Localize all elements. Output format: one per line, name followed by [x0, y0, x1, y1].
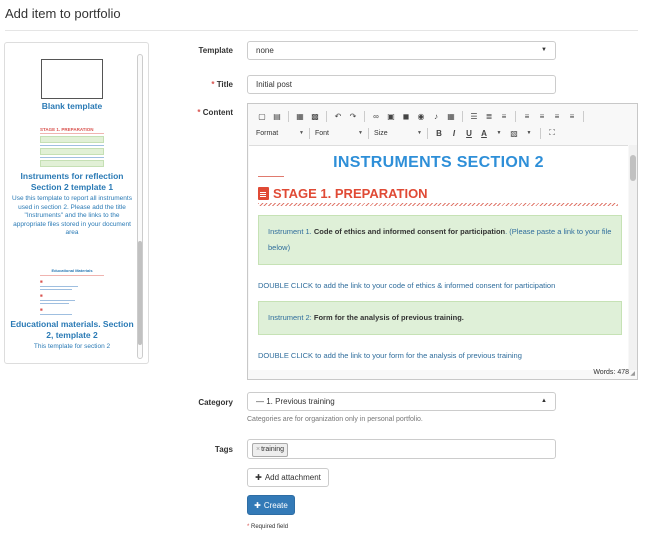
chevron-down-icon[interactable]: ▼	[493, 127, 505, 139]
category-select[interactable]: — 1. Previous training ▲	[247, 392, 556, 411]
template-select[interactable]: none ▼	[247, 41, 556, 60]
template-name: Blank template	[41, 101, 103, 111]
caret-down-icon: ▼	[541, 47, 547, 53]
category-select-value: — 1. Previous training	[256, 397, 335, 406]
template-list-scrollbar[interactable]	[137, 54, 143, 359]
template-name: Instruments for reflection Section 2 tem…	[20, 171, 124, 192]
paste-icon[interactable]: ▦	[294, 110, 306, 122]
table-icon[interactable]: ▦	[445, 110, 457, 122]
word-count: Words: 478	[593, 369, 629, 376]
stage-divider	[258, 203, 618, 206]
bulleted-list-icon[interactable]: ☰	[468, 110, 480, 122]
bg-color-icon[interactable]: ▧	[508, 127, 520, 139]
flash-icon[interactable]: ◉	[415, 110, 427, 122]
font-combo[interactable]: Font ▼	[315, 130, 363, 137]
remove-tag-icon[interactable]: ×	[256, 446, 260, 453]
create-button[interactable]: ✚ Create	[247, 495, 295, 515]
content-heading: INSTRUMENTS SECTION 2	[333, 154, 544, 171]
template-select-value: none	[256, 46, 274, 55]
numbered-list-icon[interactable]: ≣	[483, 110, 495, 122]
tags-input[interactable]: ×training	[247, 439, 556, 459]
title-divider	[5, 30, 638, 31]
tag-chip[interactable]: ×training	[252, 443, 289, 457]
redo-icon[interactable]: ↷	[347, 110, 359, 122]
align-center-icon[interactable]: ≡	[536, 110, 548, 122]
blank-template-thumbnail	[41, 59, 103, 99]
instrument-1-link[interactable]: DOUBLE CLICK to add the link to your cod…	[258, 281, 555, 290]
content-editor[interactable]: ▢ ▤ ▦ ▩ ↶ ↷ ∞ ▣ ◼ ◉ ♪ ▦ ☰ ≣ ≡ ≡ ≡ ≡ ≡ Fo…	[247, 103, 638, 380]
editor-toolbar-row-2: Format ▼ Font ▼ Size ▼ B I U A ▼ ▧ ▼ ⛶	[256, 126, 558, 140]
template-blank[interactable]: Blank template	[9, 59, 135, 112]
instrument-1-box: Instrument 1. Code of ethics and informe…	[258, 215, 622, 265]
instrument-2-box: Instrument 2: Form for the analysis of p…	[258, 301, 622, 335]
template-instruments[interactable]: STAGE 1. PREPARATION Instruments for ref…	[9, 127, 135, 238]
plus-icon: ✚	[255, 473, 262, 482]
text-color-icon[interactable]: A	[478, 127, 490, 139]
maximize-icon[interactable]: ⛶	[546, 127, 558, 139]
editor-body[interactable]: INSTRUMENTS SECTION 2 STAGE 1. PREPARATI…	[249, 145, 628, 370]
italic-icon[interactable]: I	[448, 127, 460, 139]
category-help: Categories are for organization only in …	[247, 416, 423, 423]
paste-word-icon[interactable]: ▩	[309, 110, 321, 122]
chevron-down-icon[interactable]: ▼	[523, 127, 535, 139]
title-input[interactable]: Initial post	[247, 75, 556, 94]
preview-icon[interactable]: ▤	[271, 110, 283, 122]
template-description: Use this template to report all instrume…	[12, 195, 132, 237]
align-left-icon[interactable]: ≡	[521, 110, 533, 122]
instrument-2-link[interactable]: DOUBLE CLICK to add the link to your for…	[258, 351, 522, 360]
align-right-icon[interactable]: ≡	[551, 110, 563, 122]
template-educational[interactable]: Educational Materials ■ ■ ■ Educational …	[9, 268, 135, 352]
content-label: * Content	[197, 108, 233, 117]
category-label: Category	[198, 398, 233, 407]
resize-handle-icon[interactable]: ◢	[630, 370, 635, 377]
video-icon[interactable]: ◼	[400, 110, 412, 122]
required-field-note: * Required field	[247, 524, 289, 530]
blockquote-icon[interactable]: ≡	[498, 110, 510, 122]
template-label: Template	[198, 46, 233, 55]
template-description: This template for section 2	[33, 343, 111, 350]
stage-heading: STAGE 1. PREPARATION	[258, 186, 428, 201]
editor-toolbar-row-1: ▢ ▤ ▦ ▩ ↶ ↷ ∞ ▣ ◼ ◉ ♪ ▦ ☰ ≣ ≡ ≡ ≡ ≡ ≡	[256, 109, 586, 123]
editor-scrollbar[interactable]	[629, 145, 637, 370]
heading-underline	[258, 176, 284, 177]
thumb-heading: Educational Materials	[51, 268, 93, 273]
image-icon[interactable]: ▣	[385, 110, 397, 122]
plus-icon: ✚	[254, 500, 261, 510]
add-attachment-button[interactable]: ✚ Add attachment	[247, 468, 329, 487]
bold-icon[interactable]: B	[433, 127, 445, 139]
chevron-down-icon: ▼	[299, 130, 304, 136]
caret-up-icon: ▲	[541, 398, 547, 404]
size-combo[interactable]: Size ▼	[374, 130, 422, 137]
template-name: Educational materials. Section 2, templa…	[10, 319, 134, 340]
source-icon[interactable]: ▢	[256, 110, 268, 122]
scrollbar-thumb[interactable]	[630, 155, 636, 181]
title-label: * Title	[211, 80, 233, 89]
undo-icon[interactable]: ↶	[332, 110, 344, 122]
tags-label: Tags	[214, 445, 233, 454]
scrollbar-thumb[interactable]	[138, 241, 142, 345]
underline-icon[interactable]: U	[463, 127, 475, 139]
thumb-heading: STAGE 1. PREPARATION	[40, 127, 94, 132]
chevron-down-icon: ▼	[358, 130, 363, 136]
document-icon	[258, 187, 269, 200]
justify-icon[interactable]: ≡	[566, 110, 578, 122]
link-icon[interactable]: ∞	[370, 110, 382, 122]
page-title: Add item to portfolio	[5, 6, 121, 21]
template-list[interactable]: Blank template STAGE 1. PREPARATION Inst…	[4, 42, 149, 364]
audio-icon[interactable]: ♪	[430, 110, 442, 122]
educational-template-thumbnail: Educational Materials ■ ■ ■	[40, 268, 104, 315]
format-combo[interactable]: Format ▼	[256, 130, 304, 137]
instruments-template-thumbnail: STAGE 1. PREPARATION	[40, 127, 104, 167]
chevron-down-icon: ▼	[417, 130, 422, 136]
